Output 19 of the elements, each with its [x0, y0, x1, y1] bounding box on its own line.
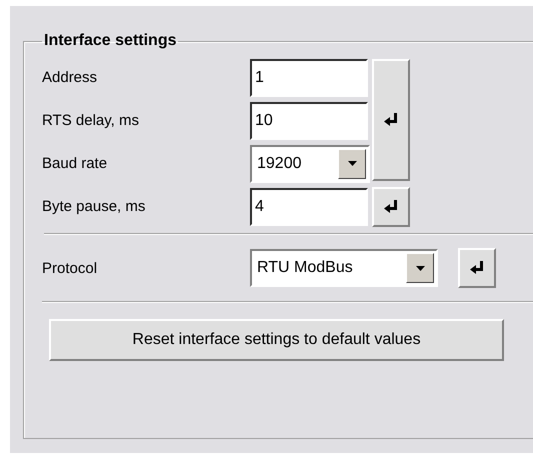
field-label: Byte pause, ms — [42, 198, 146, 215]
dropdown[interactable]: 19200 — [250, 144, 370, 182]
input-field[interactable]: 10 — [250, 102, 368, 140]
enter-icon — [469, 260, 485, 276]
group-title: Interface settings — [43, 32, 178, 50]
dropdown[interactable]: RTU ModBus — [250, 249, 438, 287]
enter-icon — [383, 112, 399, 128]
input-field[interactable]: 4 — [250, 188, 368, 226]
field-label: Baud rate — [42, 155, 108, 172]
enter-icon — [383, 198, 399, 214]
field-label: Protocol — [42, 260, 98, 276]
field-label: RTS delay, ms — [42, 112, 140, 129]
reset-button[interactable]: Reset interface settings to default values — [49, 319, 504, 361]
field-label: Address — [42, 69, 98, 86]
input-field[interactable]: 1 — [250, 58, 368, 96]
apply-button[interactable] — [458, 248, 496, 288]
apply-button[interactable] — [372, 186, 410, 226]
dropdown-arrow-icon — [348, 161, 356, 166]
dropdown-arrow-icon — [416, 266, 424, 270]
